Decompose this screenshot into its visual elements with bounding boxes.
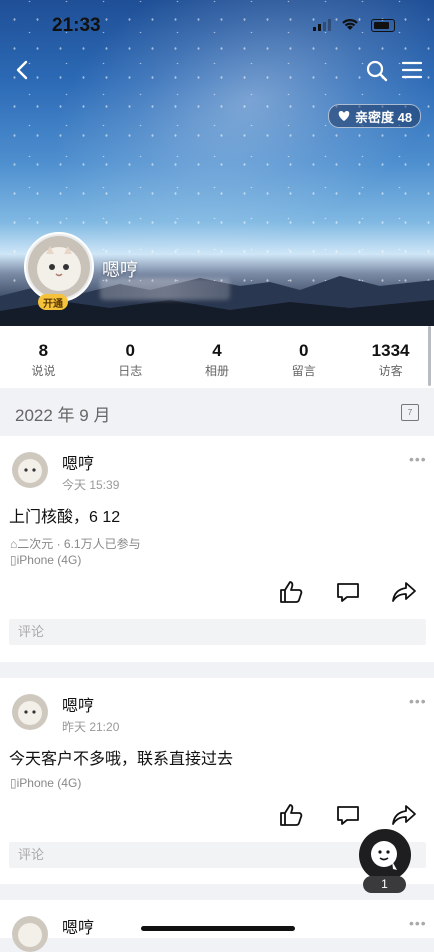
post-author[interactable]: 嗯哼	[62, 914, 94, 938]
post-avatar[interactable]	[12, 916, 48, 952]
ellipsis-icon[interactable]: •••	[409, 693, 427, 709]
profile-avatar[interactable]	[24, 232, 94, 302]
post-time: 今天 15:39	[62, 478, 120, 492]
like-icon[interactable]	[278, 802, 304, 828]
stat-label: 留言	[291, 364, 316, 378]
stat-blogs[interactable]: 0 日志	[87, 326, 174, 388]
vip-badge[interactable]: 开通	[38, 294, 68, 310]
stat-label: 日志	[118, 364, 143, 378]
cat-avatar-icon	[12, 694, 48, 730]
unread-count-badge: 1	[363, 876, 406, 893]
stat-number: 0	[125, 341, 135, 360]
status-time: 21:33	[52, 15, 101, 36]
chat-assistant-icon	[371, 841, 397, 870]
feed-post: 嗯哼 •••	[0, 900, 434, 952]
post-time: 昨天 21:20	[62, 720, 120, 734]
back-icon[interactable]	[14, 60, 32, 80]
cat-avatar-icon	[12, 916, 48, 952]
blurred-signature	[100, 278, 230, 300]
post-device: ▯iPhone (4G)	[10, 776, 81, 790]
post-text: 今天客户不多哦，联系直接过去	[9, 751, 234, 768]
phone-icon: ▯	[10, 776, 17, 790]
comment-icon[interactable]	[335, 802, 361, 828]
stat-label: 说说	[31, 364, 56, 378]
calendar-icon[interactable]: 7	[401, 404, 419, 421]
stat-label: 访客	[378, 364, 403, 378]
stat-messages[interactable]: 0 留言	[260, 326, 347, 388]
home-indicator[interactable]	[141, 926, 295, 931]
cat-avatar-icon	[12, 452, 48, 488]
stats-bar: 8 说说 0 日志 4 相册 0 留言 1334 访客	[0, 326, 434, 388]
post-text: 上门核酸，6 12	[9, 509, 121, 526]
stat-number: 0	[299, 341, 309, 360]
stat-posts[interactable]: 8 说说	[0, 326, 87, 388]
intimacy-badge[interactable]: 亲密度 48	[328, 104, 422, 128]
share-icon[interactable]	[391, 802, 417, 828]
search-icon[interactable]	[366, 60, 388, 82]
post-topic-tag[interactable]: ⌂二次元 · 6.1万人已参与	[10, 535, 141, 552]
scrollbar[interactable]	[428, 326, 431, 386]
post-device: ▯iPhone (4G)	[10, 553, 81, 567]
post-avatar[interactable]	[12, 452, 48, 488]
comment-input[interactable]: 评论	[9, 619, 426, 645]
chat-assistant-button[interactable]	[359, 829, 411, 881]
menu-icon[interactable]	[402, 61, 422, 79]
post-author[interactable]: 嗯哼	[62, 692, 94, 716]
month-header: 2022 年 9 月	[0, 388, 434, 436]
battery-icon	[371, 19, 395, 32]
ellipsis-icon[interactable]: •••	[409, 451, 427, 467]
vip-label: 开通	[43, 298, 63, 310]
comment-icon[interactable]	[335, 579, 361, 605]
cellular-signal-icon	[313, 19, 331, 31]
stat-number: 8	[38, 341, 49, 360]
phone-icon: ▯	[10, 553, 17, 567]
stat-number: 1334	[371, 341, 410, 360]
stat-label: 相册	[204, 364, 229, 378]
post-avatar[interactable]	[12, 694, 48, 730]
post-author[interactable]: 嗯哼	[62, 450, 94, 474]
device-text: iPhone (4G)	[16, 776, 82, 790]
stat-visitors[interactable]: 1334 访客	[347, 326, 434, 388]
stat-number: 4	[212, 341, 222, 360]
month-label: 2022 年 9 月	[15, 406, 111, 425]
share-icon[interactable]	[391, 579, 417, 605]
like-icon[interactable]	[278, 579, 304, 605]
cat-astronaut-avatar-icon	[28, 236, 90, 298]
intimacy-label: 亲密度 48	[355, 109, 413, 125]
wifi-icon	[342, 19, 358, 30]
heart-icon	[338, 111, 350, 121]
ellipsis-icon[interactable]: •••	[409, 915, 427, 931]
stat-albums[interactable]: 4 相册	[174, 326, 261, 388]
status-bar: 21:33	[0, 0, 434, 52]
device-text: iPhone (4G)	[16, 553, 82, 567]
tag-text: 二次元 · 6.1万人已参与	[17, 537, 141, 551]
feed-post: 嗯哼 今天 15:39 ••• 上门核酸，6 12 ⌂二次元 · 6.1万人已参…	[0, 436, 434, 662]
